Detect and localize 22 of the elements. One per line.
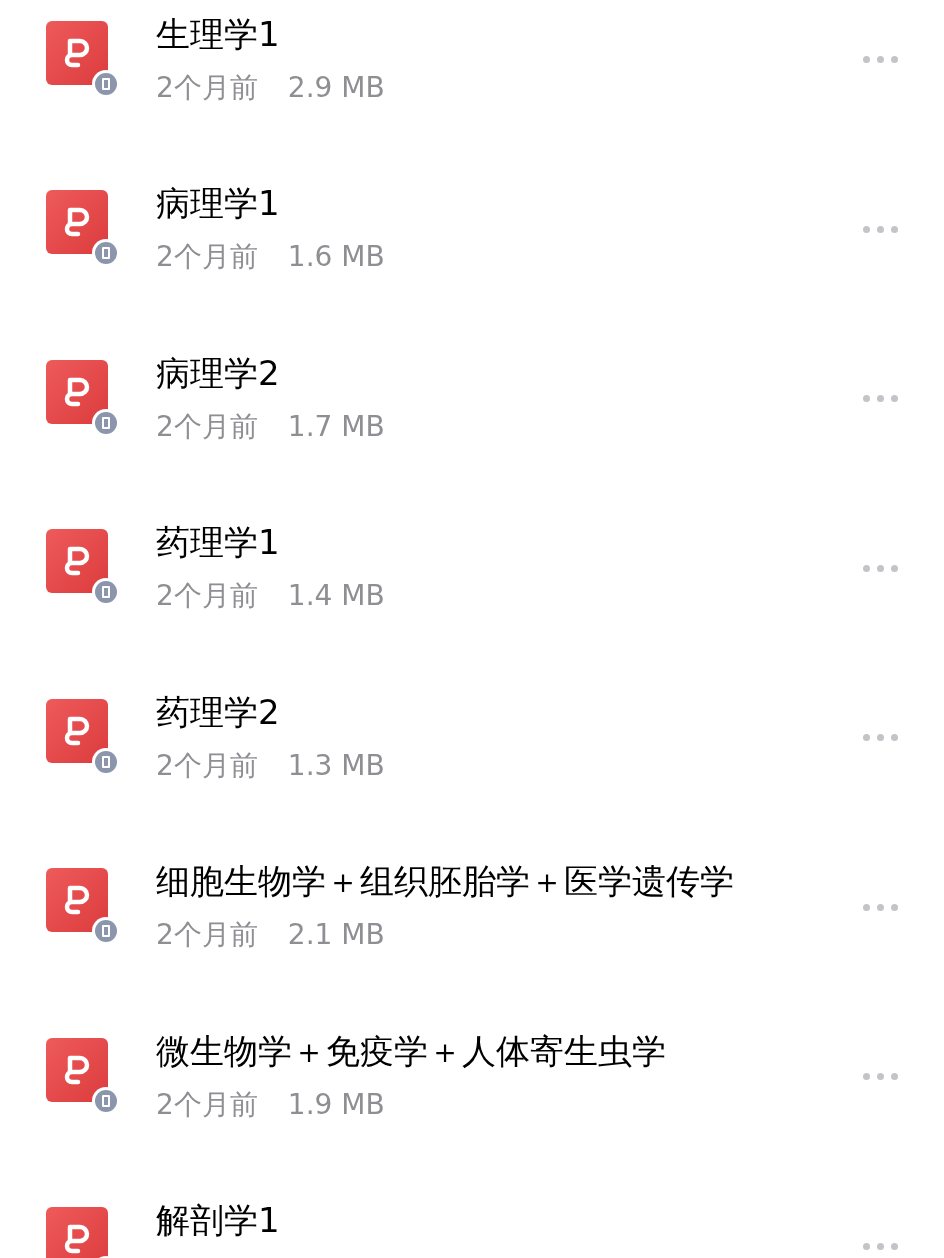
file-size: 1.9 MB <box>287 1086 385 1123</box>
file-name: 病理学1 <box>156 182 281 226</box>
file-name: 解剖学1 <box>156 1199 281 1243</box>
modified-time: 2个月前 <box>156 1086 258 1123</box>
file-name: 微生物学＋免疫学＋人体寄生虫学 <box>156 1029 667 1073</box>
modified-time: 2个月前 <box>156 747 258 784</box>
modified-time: 2个月前 <box>156 239 258 276</box>
file-size: 1.4 MB <box>287 578 385 615</box>
modified-time: 2个月前 <box>156 578 258 615</box>
file-size: 2.1 MB <box>287 917 385 954</box>
modified-time: 2个月前 <box>156 917 258 954</box>
file-size: 1.3 MB <box>287 747 385 784</box>
file-size: 1.7 MB <box>287 408 385 445</box>
file-name: 药理学1 <box>156 521 281 565</box>
file-size: 1.6 MB <box>287 239 385 276</box>
file-name: 药理学2 <box>156 690 281 734</box>
file-name: 细胞生物学＋组织胚胎学＋医学遗传学 <box>156 860 735 904</box>
modified-time: 2个月前 <box>156 408 258 445</box>
file-size: 2.9 MB <box>287 69 385 106</box>
file-name: 生理学1 <box>156 12 281 56</box>
modified-time: 2个月前 <box>156 69 258 106</box>
file-name: 病理学2 <box>156 351 281 395</box>
